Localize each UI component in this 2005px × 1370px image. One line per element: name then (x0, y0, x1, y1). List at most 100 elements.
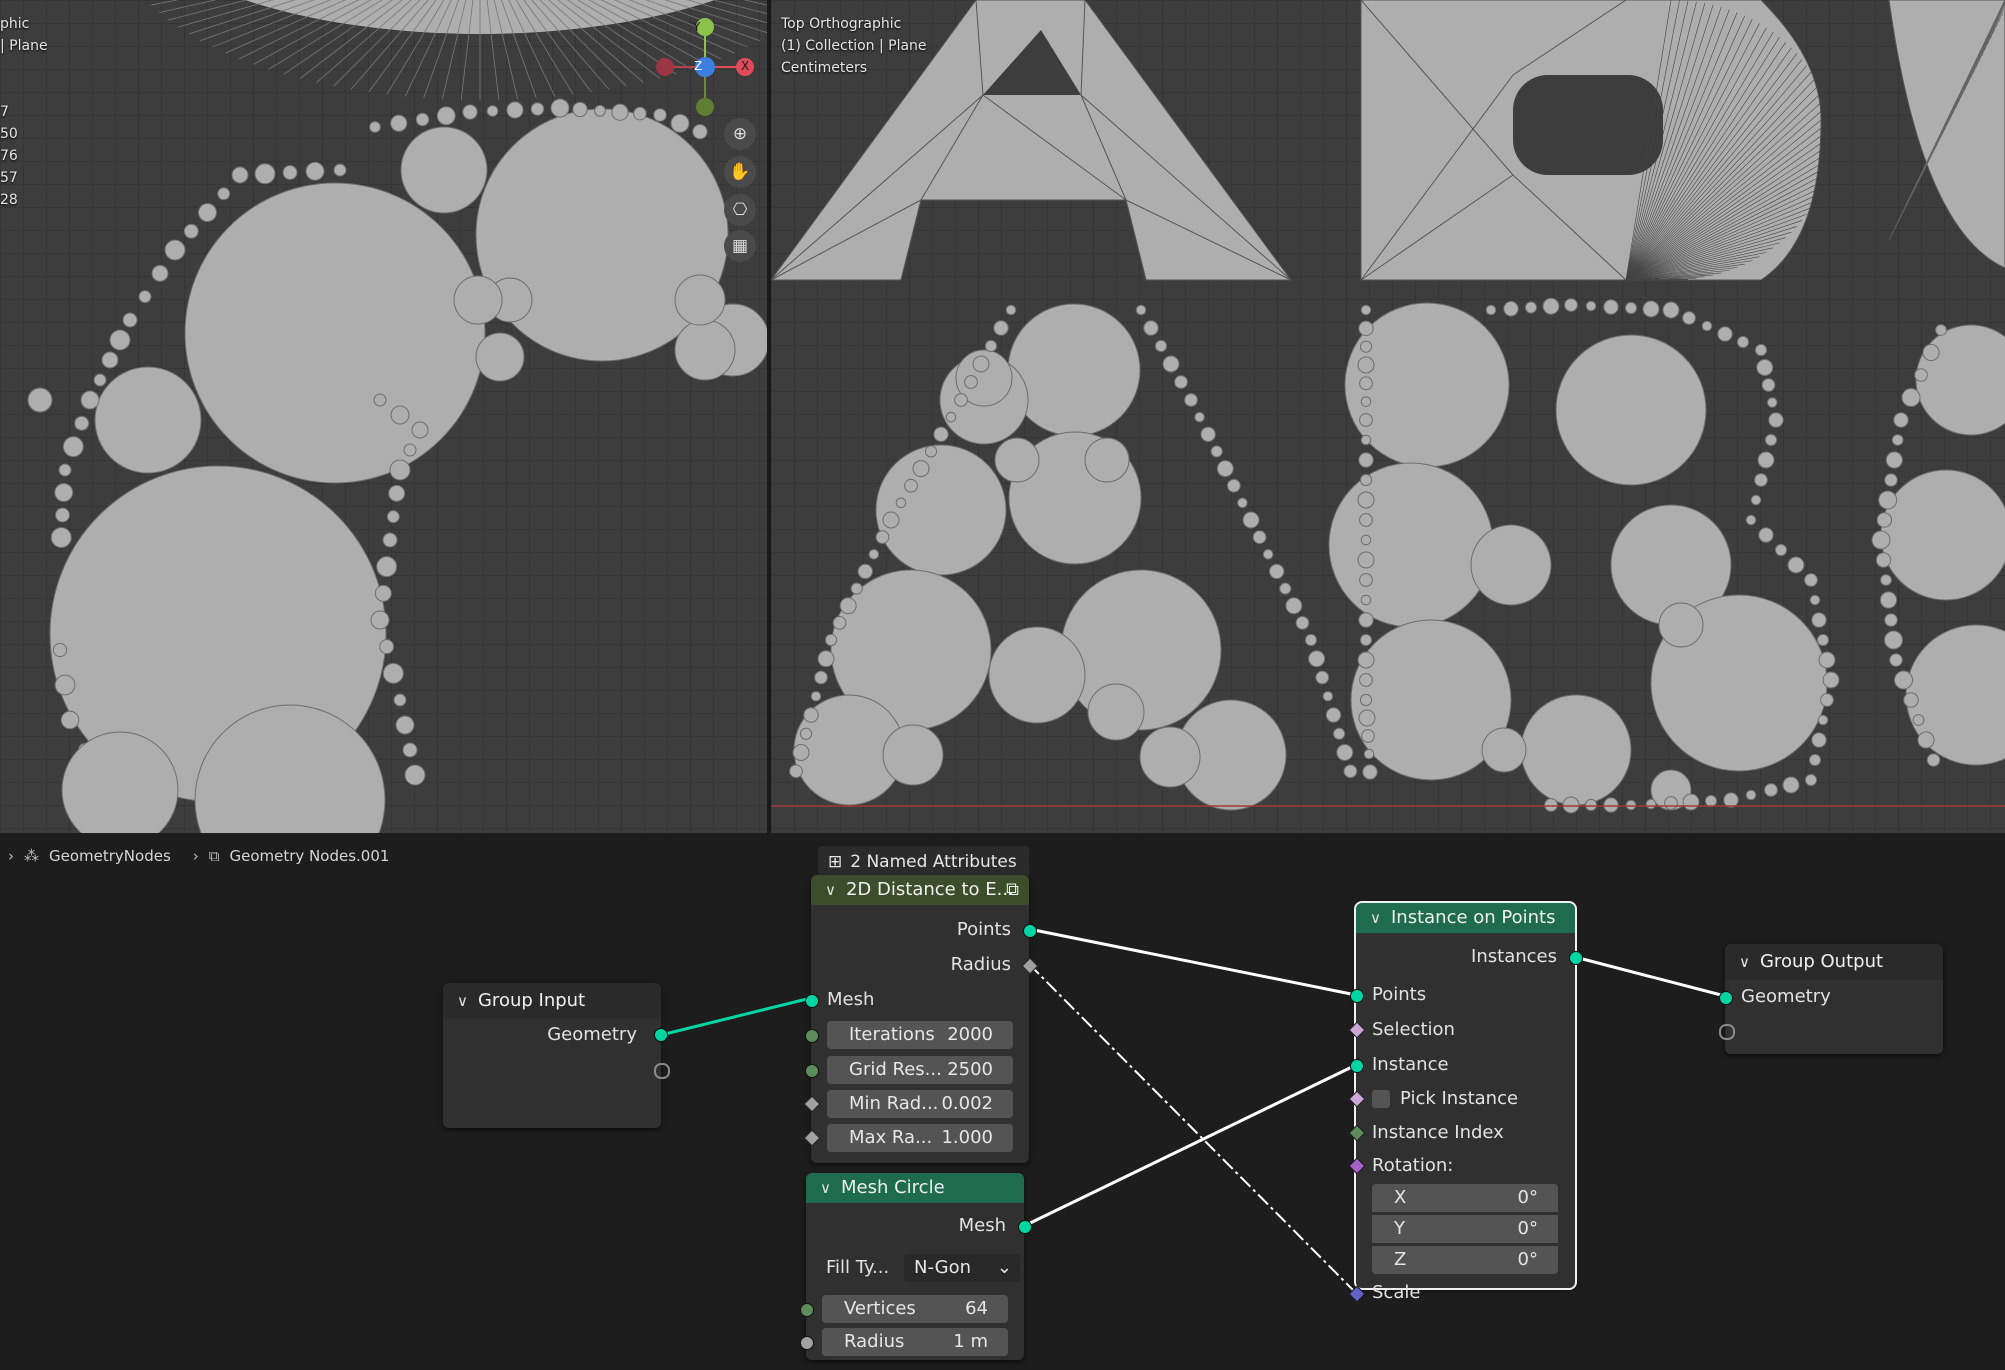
chevron-down-icon[interactable]: ∨ (457, 983, 468, 1019)
overlay-line: 7 (0, 104, 9, 120)
fill-type-dropdown[interactable]: N-Gon ⌄ (904, 1254, 1020, 1282)
min-radius-field[interactable]: Min Rad... 0.002 (827, 1090, 1013, 1118)
viewport-right-overlay: Top Orthographic (1) Collection | Plane … (781, 13, 927, 79)
overlay-line: 28 (0, 192, 18, 208)
input-scale-label: Scale (1372, 1282, 1421, 1303)
grid-icon[interactable]: ▦ (724, 230, 756, 262)
pan-hand-icon[interactable]: ✋ (724, 156, 756, 188)
input-points-label: Points (1372, 984, 1427, 1005)
gizmo-x-label: X (741, 59, 750, 73)
vertices-socket[interactable] (800, 1303, 814, 1317)
input-instance-socket[interactable] (1350, 1059, 1364, 1073)
iterations-field[interactable]: Iterations 2000 (827, 1021, 1013, 1049)
output-radius-label: Radius (950, 954, 1011, 975)
input-mesh-socket[interactable] (805, 994, 819, 1008)
output-geometry-label: Geometry (547, 1024, 637, 1045)
chevron-down-icon: ⌄ (996, 1257, 1012, 1278)
link-instance (1023, 1063, 1357, 1228)
node-header[interactable]: ∨ 2D Distance to E... ⧉ (811, 875, 1029, 905)
checkbox[interactable] (1372, 1090, 1390, 1108)
gizmo-y-label: Y (693, 20, 701, 34)
pick-instance-toggle[interactable]: Pick Instance (1372, 1084, 1518, 1114)
node-tree-icon: ⧉ (208, 847, 220, 865)
overlay-line: | Plane (0, 38, 48, 54)
node-editor[interactable]: › ⁂ GeometryNodes › ⧉ Geometry Nodes.001… (0, 833, 2005, 1370)
vertices-field[interactable]: Vertices 64 (822, 1295, 1008, 1323)
node-title: Group Input (477, 990, 586, 1011)
output-mesh-label: Mesh (958, 1215, 1006, 1236)
named-attributes-badge: ⊞ 2 Named Attributes (818, 846, 1029, 878)
empty-socket[interactable] (654, 1063, 670, 1079)
instance-on-points-node[interactable]: ∨ Instance on Points Instances Points Sel… (1348, 901, 1583, 1303)
node-title: Instance on Points (1390, 907, 1556, 928)
viewport-right[interactable]: Top Orthographic (1) Collection | Plane … (771, 0, 2005, 833)
output-instances-socket[interactable] (1569, 951, 1583, 965)
circle-packing-view-left (27, 0, 767, 833)
node-header[interactable]: ∨ Group Input (443, 983, 661, 1019)
output-mesh-socket[interactable] (1018, 1220, 1032, 1234)
node-header[interactable]: ∨ Group Output (1725, 944, 1943, 980)
input-mesh-label: Mesh (827, 989, 875, 1010)
link-instances-output (1574, 955, 1726, 998)
breadcrumb-node-tree[interactable]: Geometry Nodes.001 (229, 847, 389, 865)
named-attributes-label: 2 Named Attributes (850, 852, 1017, 872)
node-title: 2D Distance to E... (845, 879, 1014, 900)
overlay-line: 76 (0, 148, 18, 164)
group-input-node[interactable]: ∨ Group Input Geometry (443, 983, 670, 1128)
overlay-line (0, 57, 48, 79)
grid-resolution-field[interactable]: Grid Res... 2500 (827, 1056, 1013, 1084)
rotation-z-field[interactable]: Z 0° (1372, 1246, 1558, 1274)
collection-label: (1) Collection | Plane (781, 38, 927, 54)
node-group-icon[interactable]: ⧉ (1006, 875, 1019, 905)
overlay-line: phic (0, 16, 30, 32)
link-radius-scale (1028, 963, 1357, 1294)
grid-resolution-socket[interactable] (805, 1064, 819, 1078)
chevron-down-icon[interactable]: ∨ (1370, 903, 1381, 933)
viewport-left-overlay: phic | Plane 7 50 76 57 28 (0, 13, 48, 211)
input-selection-label: Selection (1372, 1019, 1455, 1040)
chevron-right-icon: › (192, 847, 199, 865)
rotation-x-field[interactable]: X 0° (1372, 1184, 1558, 1212)
chevron-down-icon[interactable]: ∨ (1739, 944, 1750, 980)
output-instances-label: Instances (1471, 946, 1557, 967)
node-header[interactable]: ∨ Instance on Points (1356, 903, 1575, 933)
input-instance-index-label: Instance Index (1372, 1122, 1504, 1143)
input-geometry-label: Geometry (1741, 986, 1831, 1007)
chevron-down-icon[interactable]: ∨ (820, 1173, 831, 1203)
node-title: Group Output (1759, 951, 1884, 972)
view-name: Top Orthographic (781, 16, 902, 32)
radius-field[interactable]: Radius 1 m (822, 1328, 1008, 1356)
chevron-down-icon[interactable]: ∨ (825, 875, 836, 905)
circle-packing-view-right (771, 0, 2005, 814)
input-instance-label: Instance (1372, 1054, 1449, 1075)
link-geometry-mesh (660, 996, 812, 1037)
rotation-y-field[interactable]: Y 0° (1372, 1215, 1558, 1243)
input-points-socket[interactable] (1350, 989, 1364, 1003)
units-label: Centimeters (781, 60, 868, 76)
overlay-line: 50 (0, 126, 18, 142)
max-radius-field[interactable]: Max Ra... 1.000 (827, 1124, 1013, 1152)
mesh-circle-node[interactable]: ∨ Mesh Circle Mesh Fill Ty... N-Gon ⌄ Vert… (800, 1173, 1032, 1360)
breadcrumb: › ⁂ GeometryNodes › ⧉ Geometry Nodes.001 (8, 847, 389, 865)
output-geometry-socket[interactable] (654, 1028, 668, 1042)
input-geometry-socket[interactable] (1719, 991, 1733, 1005)
table-icon: ⊞ (828, 852, 843, 872)
distance-packing-node[interactable]: ∨ 2D Distance to E... ⧉ Points Radius Mesh… (803, 875, 1039, 1163)
breadcrumb-modifier[interactable]: GeometryNodes (49, 847, 171, 865)
node-header[interactable]: ∨ Mesh Circle (806, 1173, 1024, 1203)
group-output-node[interactable]: ∨ Group Output Geometry (1719, 944, 1943, 1054)
iterations-socket[interactable] (805, 1029, 819, 1043)
fill-type-label: Fill Ty... (826, 1257, 890, 1278)
gizmo-z-label: Z (694, 59, 703, 73)
geometry-nodes-icon: ⁂ (24, 847, 39, 865)
output-points-socket[interactable] (1023, 924, 1037, 938)
radius-socket[interactable] (800, 1336, 814, 1350)
output-points-label: Points (956, 919, 1011, 940)
camera-icon[interactable]: ⎔ (724, 194, 756, 226)
overlay-line: 57 (0, 170, 18, 186)
chevron-right-icon: › (8, 847, 14, 865)
empty-socket[interactable] (1719, 1024, 1735, 1040)
viewport-left[interactable]: phic | Plane 7 50 76 57 28 Y Z X ⊕ ✋ ⎔ ▦ (0, 0, 767, 833)
zoom-icon[interactable]: ⊕ (724, 118, 756, 150)
node-title: Mesh Circle (840, 1177, 945, 1198)
